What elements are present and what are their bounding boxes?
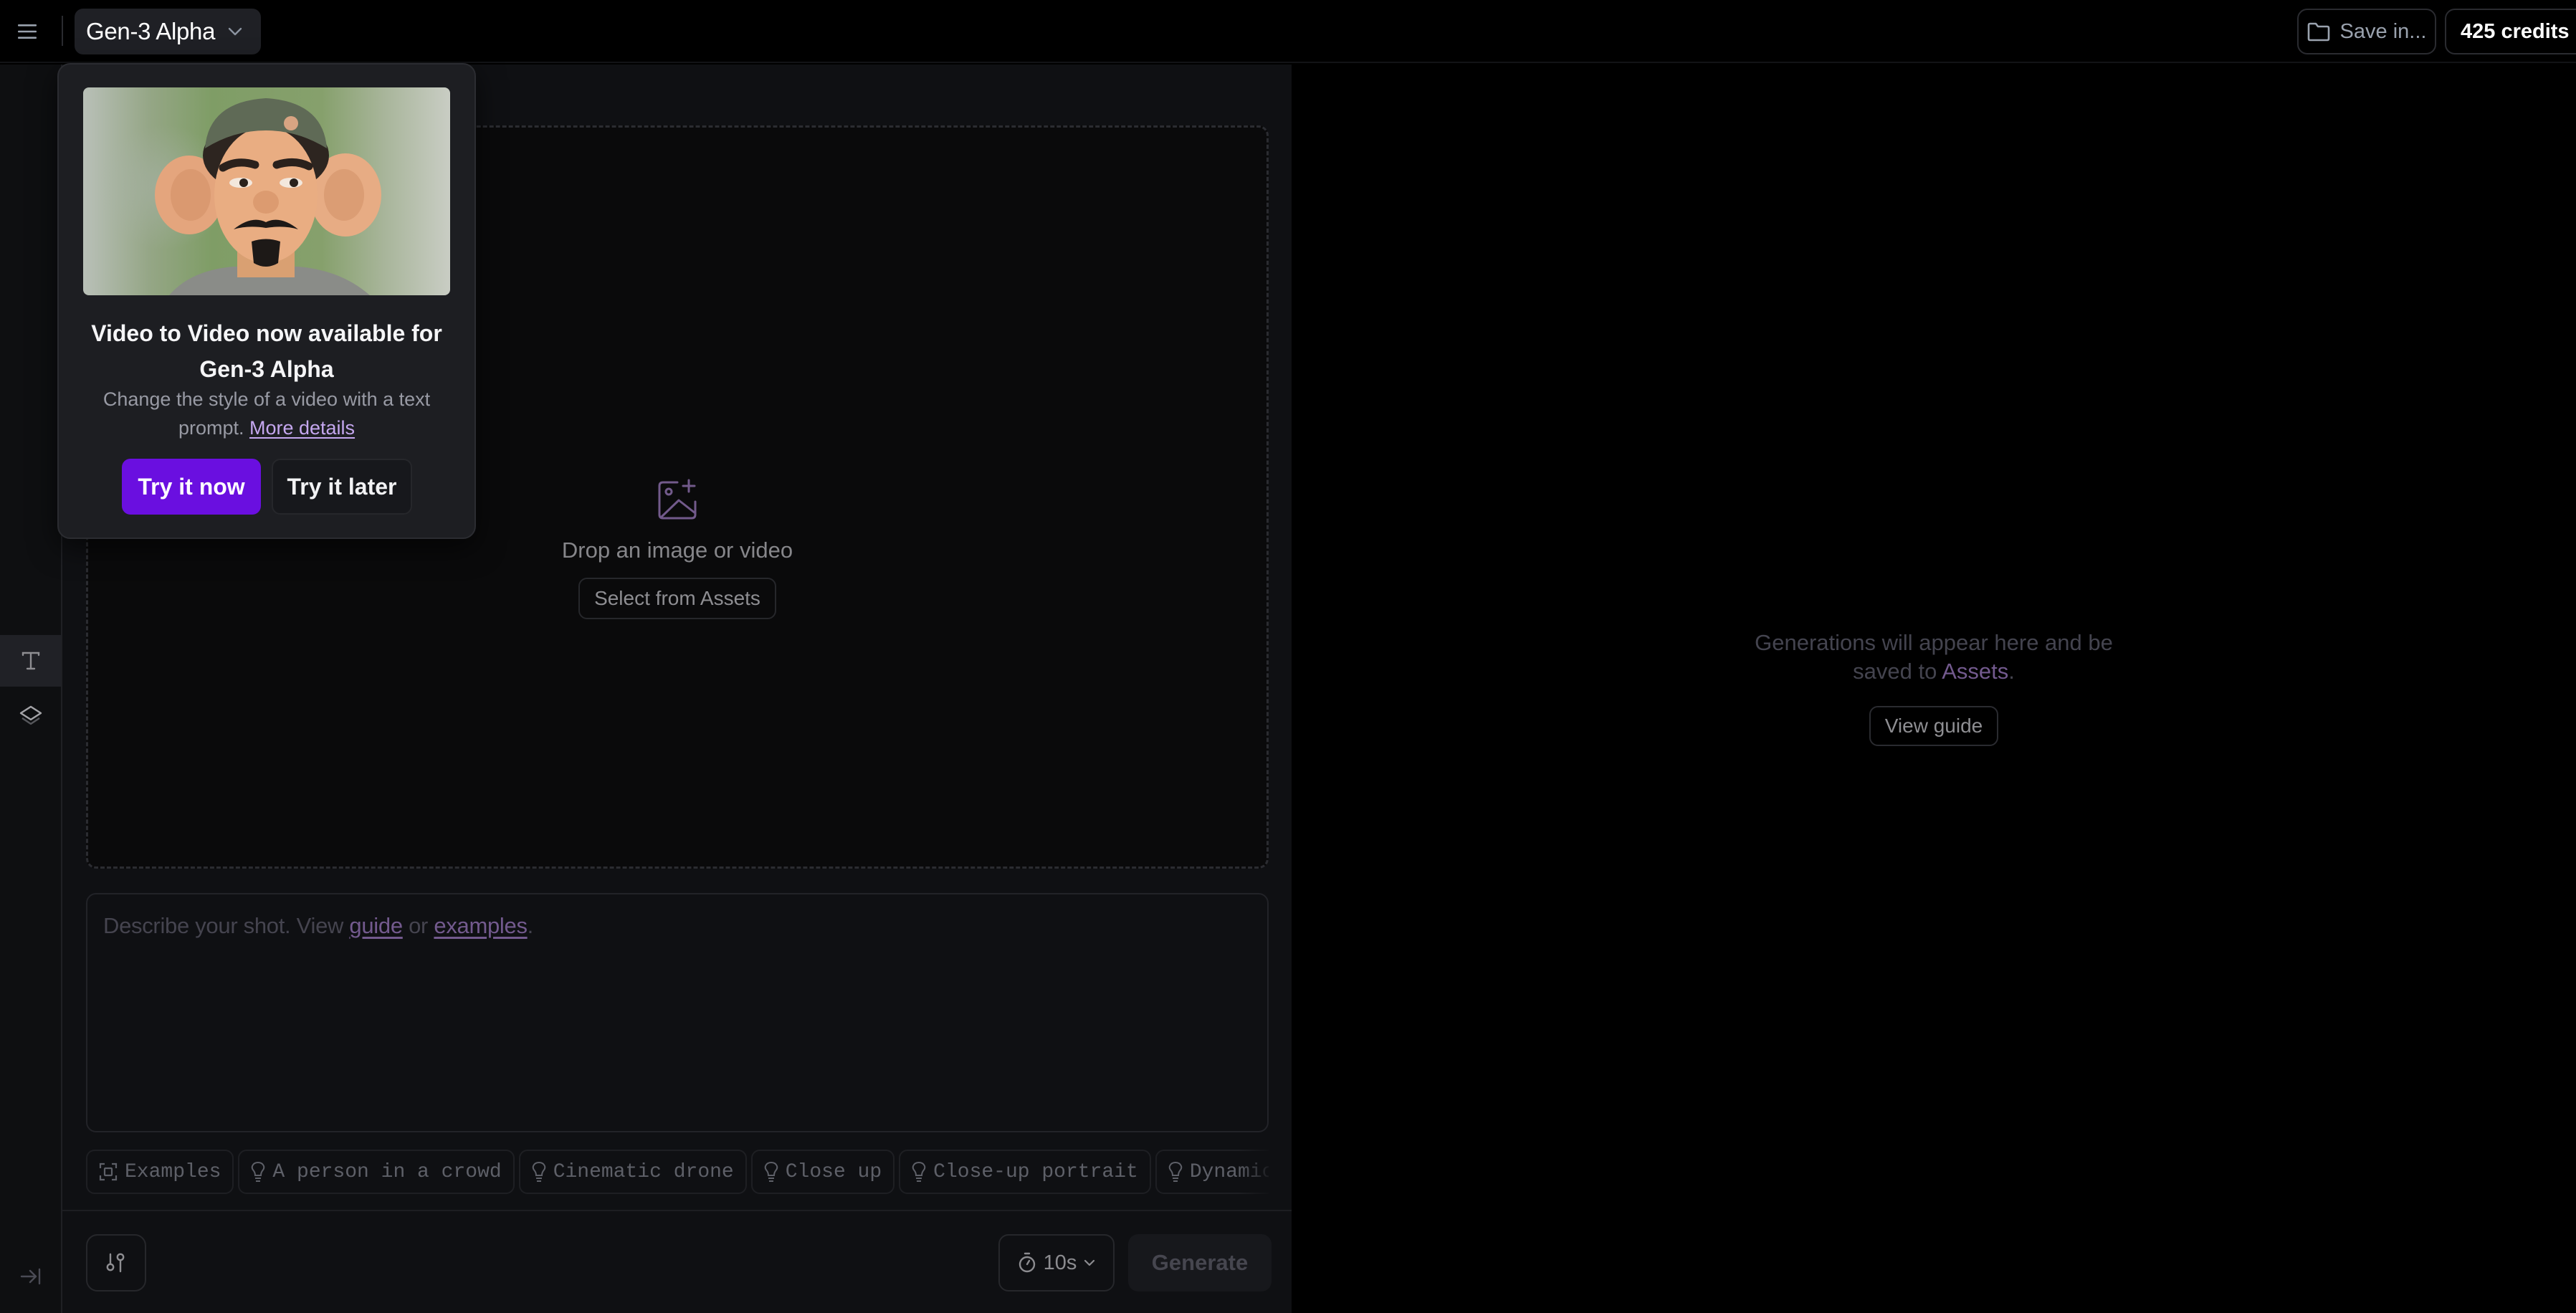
prompt-guide-link[interactable]: guide [349,913,403,938]
prompt-suggestion-chips: Examples A person in a crowd Cinematic d… [86,1150,1269,1194]
chevron-down-icon [228,27,242,36]
empty-text-suffix: . [2008,659,2015,684]
try-it-now-button[interactable]: Try it now [122,459,261,515]
expand-sidebar-icon [20,1268,40,1285]
settings-button[interactable] [86,1234,146,1291]
chip-suggestion[interactable]: Dynamic motion [1155,1150,1269,1194]
bottom-divider [62,1210,1292,1211]
empty-state: Generations will appear here and be save… [1292,629,2576,746]
chip-label: Close up [785,1160,882,1183]
chip-label: Cinematic drone [553,1160,734,1183]
prompt-input[interactable]: Describe your shot. View guide or exampl… [86,893,1269,1132]
select-from-assets-button[interactable]: Select from Assets [578,578,776,619]
popup-description: Change the style of a video with a text … [87,385,446,442]
topbar-divider [62,16,63,46]
try-it-later-button[interactable]: Try it later [272,459,412,515]
figurine-illustration [155,98,381,295]
chip-label: A person in a crowd [272,1160,502,1183]
model-name: Gen-3 Alpha [86,18,216,44]
generations-panel: Generations will appear here and be save… [1292,65,2576,1313]
duration-selector[interactable]: 10s [998,1234,1115,1291]
sliders-icon [106,1253,125,1273]
lightbulb-icon [912,1162,926,1182]
chip-suggestion[interactable]: Close-up portrait [899,1150,1151,1194]
empty-text-prefix: Generations will appear here and be save… [1755,630,2113,684]
prompt-or-text: or [402,913,434,938]
chip-label: Dynamic motion [1189,1160,1269,1183]
chip-label: Close-up portrait [933,1160,1138,1183]
view-guide-button[interactable]: View guide [1869,706,1999,746]
feature-announcement-popup: Video to Video now available for Gen-3 A… [57,63,476,539]
dropzone-title: Drop an image or video [561,538,793,563]
chip-suggestion[interactable]: Close up [750,1150,895,1194]
rail-item-layers[interactable] [0,690,61,742]
chevron-down-icon [1084,1259,1095,1266]
generate-button[interactable]: Generate [1128,1234,1272,1291]
tool-rail [0,65,62,1313]
lightbulb-icon [532,1162,545,1182]
chip-label: Examples [125,1160,221,1183]
duration-value: 10s [1043,1251,1077,1274]
folder-icon [2307,22,2329,42]
prompt-suffix: . [527,913,534,938]
prompt-examples-link[interactable]: examples [434,913,528,938]
lightbulb-icon [1168,1162,1183,1182]
top-bar: Gen-3 Alpha Save in... 425 credits [0,0,2576,63]
save-in-button[interactable]: Save in... [2297,9,2436,54]
save-in-label: Save in... [2339,19,2427,43]
credits-button[interactable]: 425 credits [2445,9,2576,54]
stopwatch-icon [1019,1252,1035,1273]
popup-title: Video to Video now available for Gen-3 A… [91,320,442,382]
lightbulb-icon [764,1162,778,1182]
chip-suggestion[interactable]: Cinematic drone [518,1150,747,1194]
menu-button[interactable] [13,17,42,46]
generate-label: Generate [1151,1250,1249,1275]
credits-label: 425 credits [2461,19,2570,43]
image-plus-icon [658,479,697,520]
text-icon [22,651,39,670]
prompt-placeholder: Describe your shot. View guide or exampl… [103,913,533,938]
more-details-link[interactable]: More details [249,417,355,439]
expand-sidebar-button[interactable] [0,1251,61,1302]
announcement-image [83,87,450,295]
rail-item-text[interactable] [0,635,61,687]
assets-link[interactable]: Assets [1942,659,2008,684]
hamburger-menu-icon [18,24,37,39]
chip-suggestion[interactable]: A person in a crowd [238,1150,515,1194]
model-selector[interactable]: Gen-3 Alpha [75,9,262,54]
layers-icon [19,705,42,725]
lightbulb-icon [252,1162,265,1182]
scan-icon [99,1162,118,1181]
chip-examples[interactable]: Examples [86,1150,234,1194]
empty-state-text: Generations will appear here and be save… [1747,629,2120,686]
prompt-placeholder-text: Describe your shot. View [103,913,350,938]
